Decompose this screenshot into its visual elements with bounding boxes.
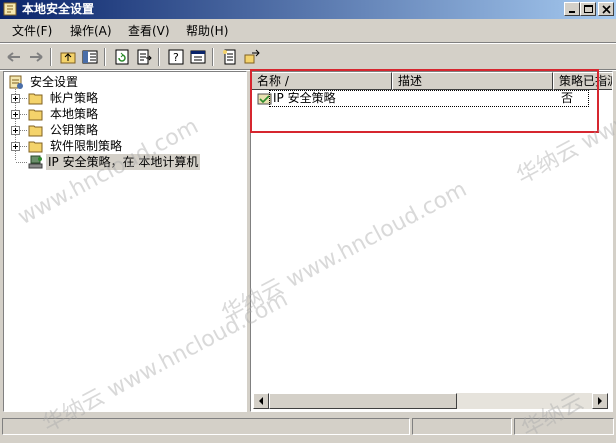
tree-item-label: 公钥策略 xyxy=(50,123,99,137)
column-header-label: 描述 xyxy=(398,74,423,88)
tree-item-local-policy[interactable]: 本地策略 xyxy=(8,106,238,122)
toolbar-divider xyxy=(50,48,52,66)
tree-item-label: 本地策略 xyxy=(50,107,99,121)
menu-help[interactable]: 帮助(H) xyxy=(186,24,228,38)
new-policy-icon xyxy=(223,49,236,65)
export-list-icon xyxy=(137,49,152,65)
status-panel xyxy=(514,418,614,435)
scroll-right-button[interactable] xyxy=(592,393,608,409)
scroll-thumb[interactable] xyxy=(269,393,457,409)
tree-connector xyxy=(20,114,27,116)
menu-file[interactable]: 文件(F) xyxy=(12,24,52,38)
new-policy-button[interactable] xyxy=(220,47,240,67)
app-icon xyxy=(3,2,17,16)
scroll-left-button[interactable] xyxy=(253,393,269,409)
properties-button[interactable] xyxy=(188,47,208,67)
refresh-icon xyxy=(115,49,129,65)
tree-item-label: 安全设置 xyxy=(30,75,79,89)
back-button[interactable] xyxy=(4,47,24,67)
minimize-icon xyxy=(569,11,575,13)
toolbar-divider xyxy=(104,48,106,66)
tree-connector xyxy=(20,146,27,148)
folder-icon xyxy=(28,125,43,137)
arrow-left-icon xyxy=(259,397,263,405)
window: 本地安全设置 文件(F) 操作(A) 查看(V) 帮助(H) ? 安全设置 帐户… xyxy=(0,0,616,442)
manage-filters-button[interactable] xyxy=(242,47,262,67)
horizontal-scrollbar[interactable] xyxy=(253,393,608,409)
menu-action[interactable]: 操作(A) xyxy=(70,24,112,38)
folder-icon xyxy=(28,93,43,105)
column-header-description[interactable]: 描述 xyxy=(392,72,553,90)
folder-icon xyxy=(28,109,43,121)
tree-item-public-key-policy[interactable]: 公钥策略 xyxy=(8,122,238,138)
toolbar: ? xyxy=(0,44,616,70)
close-icon xyxy=(602,5,611,14)
tree-connector xyxy=(20,130,27,132)
ip-security-icon xyxy=(28,155,43,169)
column-header-label: 策略已指派 xyxy=(559,74,612,88)
menu-view[interactable]: 查看(V) xyxy=(128,24,170,38)
manage-filters-icon xyxy=(244,49,260,64)
properties-icon xyxy=(190,50,206,64)
folder-icon xyxy=(28,141,43,153)
forward-button[interactable] xyxy=(26,47,46,67)
refresh-button[interactable] xyxy=(112,47,132,67)
show-hide-tree-icon xyxy=(82,50,98,64)
toolbar-divider xyxy=(212,48,214,66)
column-header-assigned[interactable]: 策略已指派 xyxy=(553,72,612,90)
expand-toggle[interactable] xyxy=(11,110,20,119)
tree-item-label: 软件限制策略 xyxy=(50,139,123,153)
back-icon xyxy=(7,52,20,62)
status-panel xyxy=(412,418,512,435)
tree-item-root[interactable]: 安全设置 xyxy=(8,74,238,90)
minimize-button[interactable] xyxy=(564,2,580,16)
tree-item-label: IP 安全策略，在 本地计算机 xyxy=(46,154,201,170)
window-title: 本地安全设置 xyxy=(22,2,95,16)
status-bar xyxy=(0,416,616,438)
menu-bar: 文件(F) 操作(A) 查看(V) 帮助(H) xyxy=(0,21,616,41)
tree-connector xyxy=(16,162,27,164)
title-bar[interactable]: 本地安全设置 xyxy=(0,0,616,19)
help-icon: ? xyxy=(168,49,184,65)
up-folder-button[interactable] xyxy=(58,47,78,67)
arrow-right-icon xyxy=(598,397,602,405)
maximize-icon xyxy=(584,5,593,13)
status-panel xyxy=(2,418,410,435)
maximize-button[interactable] xyxy=(580,2,596,16)
tree-item-account-policy[interactable]: 帐户策略 xyxy=(8,90,238,106)
tree-item-ip-security[interactable]: IP 安全策略，在 本地计算机 xyxy=(8,154,238,170)
column-header-name[interactable]: 名称 / xyxy=(251,72,392,90)
help-button[interactable]: ? xyxy=(166,47,186,67)
tree-item-label: 帐户策略 xyxy=(50,91,99,105)
tree-pane[interactable]: 安全设置 帐户策略 本地策略 公钥策略 软件限制策略 IP 安全策略，在 本地计… xyxy=(3,71,247,412)
up-folder-icon xyxy=(60,52,76,64)
focus-rectangle xyxy=(269,90,589,107)
forward-icon xyxy=(30,52,43,62)
export-list-button[interactable] xyxy=(134,47,154,67)
tree-item-software-restriction[interactable]: 软件限制策略 xyxy=(8,138,238,154)
toolbar-divider xyxy=(158,48,160,66)
tree-connector xyxy=(20,98,27,100)
expand-toggle[interactable] xyxy=(11,126,20,135)
close-button[interactable] xyxy=(598,2,614,16)
expand-toggle[interactable] xyxy=(11,142,20,151)
security-settings-icon xyxy=(9,75,23,89)
list-pane[interactable]: 名称 / 描述 策略已指派 IP 安全策略 否 xyxy=(250,71,613,412)
svg-text:?: ? xyxy=(173,51,179,64)
show-hide-tree-button[interactable] xyxy=(80,47,100,67)
column-header-label: 名称 / xyxy=(257,74,289,88)
expand-toggle[interactable] xyxy=(11,94,20,103)
